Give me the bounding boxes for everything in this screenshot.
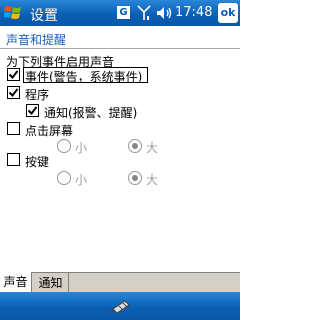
gprs-status-icon[interactable]: G	[117, 6, 130, 19]
buttons-loud-label: 大	[146, 173, 159, 187]
screen-taps-label[interactable]: 点击屏幕	[25, 122, 73, 139]
title-bar: 设置 G 17:48 ok	[0, 0, 240, 26]
programs-checkbox[interactable]	[7, 86, 20, 99]
ok-button[interactable]: ok	[218, 3, 238, 23]
divider	[0, 48, 240, 49]
notifications-checkbox[interactable]	[26, 104, 39, 117]
events-label[interactable]: 事件(警告，系统事件)	[25, 68, 142, 85]
volume-icon[interactable]	[156, 6, 172, 20]
tab-bar: 声音 通知	[0, 272, 240, 293]
buttons-checkbox[interactable]	[7, 153, 20, 166]
buttons-loud-radio[interactable]	[128, 171, 142, 185]
menu-bar	[0, 292, 240, 320]
page-title: 声音和提醒	[6, 33, 67, 47]
notifications-label[interactable]: 通知(报警、提醒)	[44, 104, 137, 121]
events-checkbox[interactable]	[7, 68, 20, 81]
signal-icon[interactable]	[137, 5, 151, 21]
screen-taps-soft-label: 小	[75, 141, 88, 155]
buttons-label[interactable]: 按键	[25, 153, 49, 170]
programs-label[interactable]: 程序	[25, 86, 49, 103]
screen-taps-checkbox[interactable]	[7, 122, 20, 135]
windows-start-icon[interactable]	[4, 4, 22, 22]
keyboard-icon[interactable]	[110, 297, 132, 315]
buttons-soft-label: 小	[75, 173, 88, 187]
window-title: 设置	[30, 8, 58, 24]
screen-taps-soft-radio[interactable]	[57, 139, 71, 153]
screen-taps-loud-radio[interactable]	[128, 139, 142, 153]
screen-taps-loud-label: 大	[146, 141, 159, 155]
checkmark-icon	[27, 106, 38, 116]
clock[interactable]: 17:48	[175, 5, 212, 20]
checkmark-icon	[8, 88, 19, 98]
tab-sounds[interactable]: 声音	[0, 272, 32, 293]
checkmark-icon	[8, 70, 19, 80]
tab-notifications[interactable]: 通知	[33, 273, 69, 293]
buttons-soft-radio[interactable]	[57, 171, 71, 185]
